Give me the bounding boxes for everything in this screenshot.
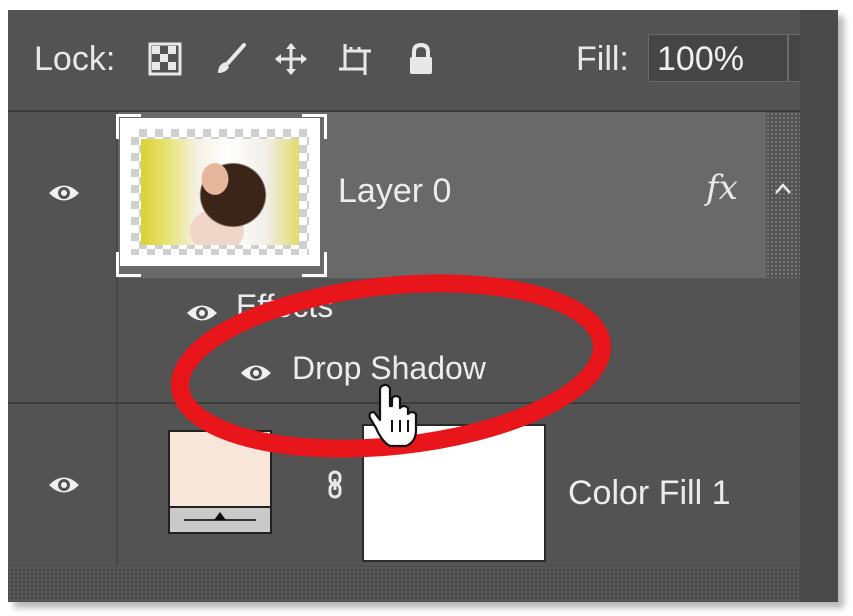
layers-panel: Lock: Fill: 100% Layer 0 fx Effects Drop… (8, 10, 838, 602)
fill-swatch-slider (170, 506, 270, 532)
chevron-up-icon[interactable] (772, 178, 794, 200)
layer-name[interactable]: Color Fill 1 (568, 474, 730, 513)
thumbnail-corner (302, 252, 327, 277)
thumbnail-corner (302, 114, 327, 139)
eye-icon[interactable] (48, 474, 80, 496)
layer-photo-preview (141, 139, 299, 245)
eye-icon[interactable] (48, 182, 80, 204)
lock-label: Lock: (34, 40, 116, 78)
fx-icon[interactable]: fx (706, 168, 738, 208)
lock-toolbar: Lock: Fill: 100% (8, 10, 838, 112)
lock-position-icon[interactable] (274, 42, 308, 76)
layer-row-layer-0[interactable]: Layer 0 fx Effects Drop Shadow (8, 112, 838, 404)
panel-scrollbar[interactable] (800, 10, 838, 602)
chain-link-icon[interactable] (324, 470, 346, 500)
thumbnail-corner (116, 114, 141, 139)
layer-thumbnail[interactable] (120, 118, 320, 266)
fill-label: Fill: (576, 40, 629, 78)
fill-opacity-input[interactable]: 100% (648, 34, 788, 82)
layer-row-color-fill-1[interactable]: Color Fill 1 (8, 404, 838, 566)
effects-label[interactable]: Effects (236, 288, 333, 325)
effects-eye-icon[interactable] (186, 302, 218, 324)
lock-all-icon[interactable] (404, 42, 438, 76)
thumbnail-corner (116, 252, 141, 277)
panel-bottom-strip (8, 566, 800, 602)
drop-shadow-effect[interactable]: Drop Shadow (292, 350, 486, 387)
lock-transparent-pixels-icon[interactable] (148, 42, 182, 76)
fill-color-thumbnail[interactable] (168, 430, 272, 534)
layer-mask-thumbnail[interactable] (362, 424, 546, 562)
lock-image-pixels-icon[interactable] (214, 42, 248, 76)
lock-artboard-icon[interactable] (338, 42, 372, 76)
drop-shadow-eye-icon[interactable] (240, 362, 272, 384)
layer-name[interactable]: Layer 0 (338, 172, 451, 211)
visibility-column-divider (116, 404, 118, 566)
